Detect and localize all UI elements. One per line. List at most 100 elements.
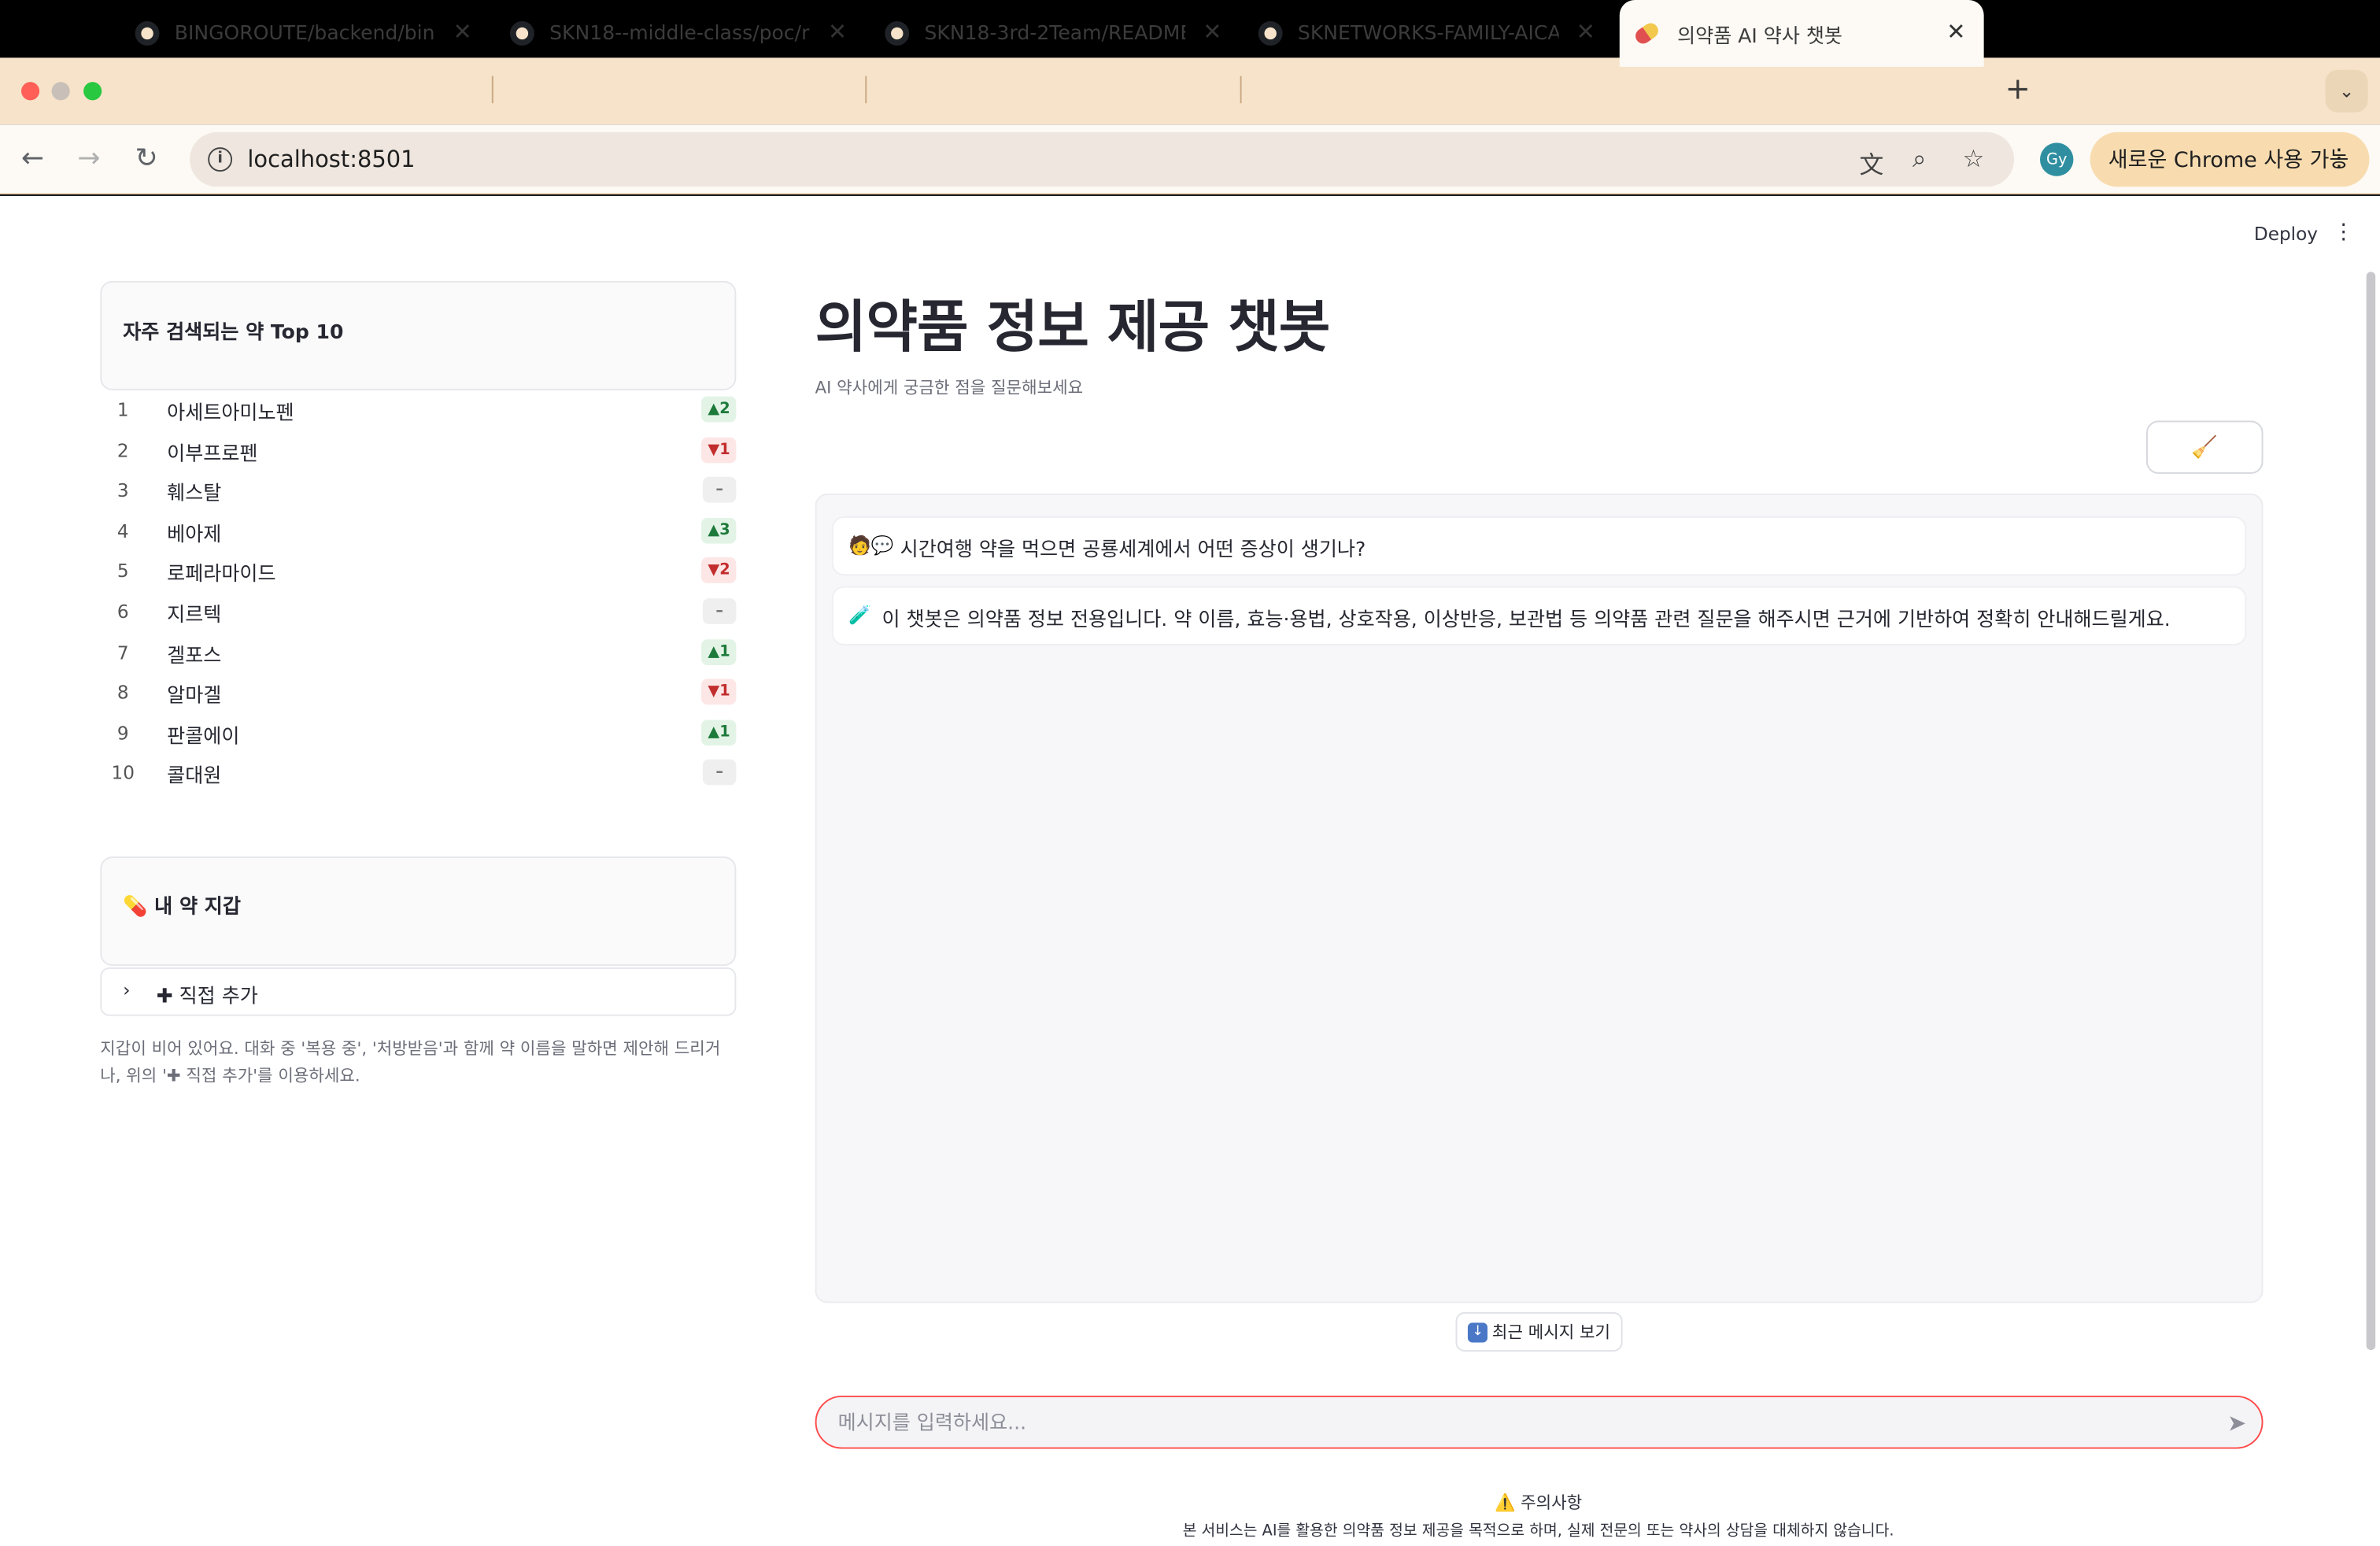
rank-change-badge: ▲3 — [701, 517, 737, 544]
browser-tab[interactable]: SKN18-3rd-2Team/README.r ✕ — [885, 12, 1221, 54]
top10-row[interactable]: 6 지르텍 – — [100, 592, 737, 631]
reload-icon[interactable]: ↻ — [135, 142, 158, 175]
github-icon — [135, 21, 160, 46]
arrow-down-icon: ↓ — [1468, 1322, 1488, 1342]
page-scrollbar[interactable] — [2366, 272, 2376, 1351]
rank-change-badge: ▲1 — [701, 638, 737, 665]
tab-separator — [491, 76, 493, 104]
browser-tab[interactable]: SKN18--middle-class/poc/rag ✕ — [509, 12, 847, 54]
clear-chat-button[interactable]: 🧹 — [2145, 420, 2264, 474]
tab-title: SKN18--middle-class/poc/rag — [549, 21, 811, 45]
tab-title: BINGOROUTE/backend/bingo — [174, 21, 436, 45]
notice-title: ⚠️ 주의사항 — [1494, 1492, 1583, 1513]
tab-separator — [865, 76, 867, 104]
scroll-to-recent-button[interactable]: ↓ 최근 메시지 보기 — [1455, 1311, 1623, 1352]
rank-change-badge: ▼1 — [701, 436, 737, 463]
drug-name[interactable]: 아세트아미노펜 — [167, 397, 294, 425]
rank-number: 8 — [116, 682, 129, 704]
rank-number: 7 — [116, 642, 129, 664]
top10-row[interactable]: 5 로페라마이드 ▼2 — [100, 552, 737, 591]
chat-input-box[interactable]: ➤ — [815, 1395, 2264, 1449]
tab-title: SKNETWORKS-FAMILY-AICAMP — [1297, 21, 1559, 45]
top10-row[interactable]: 4 베아제 ▲3 — [100, 512, 737, 551]
screen: BINGOROUTE/backend/bingo ✕ SKN18--middle… — [0, 0, 2380, 1546]
wallet-panel: 💊 내 약 지갑 — [100, 856, 737, 967]
top10-panel: 자주 검색되는 약 Top 10 — [100, 280, 737, 390]
drug-name[interactable]: 알마겔 — [167, 679, 221, 708]
translate-icon[interactable]: 文 — [1859, 144, 1883, 180]
rank-number: 2 — [116, 439, 129, 461]
add-direct-label: ✚ 직접 추가 — [156, 986, 258, 1009]
top10-row[interactable]: 2 이부프로펜 ▼1 — [100, 431, 737, 470]
top10-row[interactable]: 9 판콜에이 ▲1 — [100, 713, 737, 753]
tab-title: 의약품 AI 약사 챗봇 — [1677, 24, 1843, 48]
top10-row[interactable]: 3 훼스탈 – — [100, 471, 737, 510]
address-bar[interactable]: i localhost:8501 文 ⌕ ☆ — [190, 131, 2015, 187]
close-tab-icon[interactable]: ✕ — [453, 18, 472, 46]
site-info-icon[interactable]: i — [208, 147, 233, 172]
rank-change-badge: ▼2 — [701, 557, 737, 584]
bookmark-star-icon[interactable]: ☆ — [1963, 144, 1985, 173]
url-text[interactable]: localhost:8501 — [247, 146, 415, 173]
assistant-message: 🧪 이 챗봇은 의약품 정보 전용입니다. 약 이름, 효능·용법, 상호작용,… — [831, 586, 2247, 645]
close-window-button[interactable] — [20, 82, 40, 101]
drug-name[interactable]: 이부프로펜 — [167, 437, 257, 466]
top10-row[interactable]: 1 아세트아미노펜 ▲2 — [100, 390, 737, 430]
notice-body: 본 서비스는 AI를 활용한 의약품 정보 제공을 목적으로 하며, 실제 전문… — [1182, 1523, 1894, 1540]
zoom-icon[interactable]: ⌕ — [1913, 144, 1926, 175]
chat-history[interactable]: 🧑💬 시간여행 약을 먹으면 공룡세계에서 어떤 증상이 생기나? 🧪 이 챗봇… — [815, 494, 2264, 1304]
rank-change-badge: – — [702, 477, 737, 503]
main-menu-icon[interactable]: ⋮ — [2333, 220, 2354, 245]
update-label: 새로운 Chrome 사용 가능 — [2108, 149, 2349, 173]
rank-change-badge: ▼1 — [701, 679, 737, 705]
close-tab-icon[interactable]: ✕ — [828, 18, 847, 46]
user-message: 🧑💬 시간여행 약을 먹으면 공룡세계에서 어떤 증상이 생기나? — [831, 516, 2247, 576]
add-direct-expander[interactable]: › ✚ 직접 추가 — [100, 967, 737, 1016]
broom-icon: 🧹 — [2191, 435, 2219, 460]
drug-name[interactable]: 겔포스 — [167, 638, 221, 668]
new-tab-icon[interactable]: + — [2005, 70, 2031, 106]
browser-tab[interactable]: BINGOROUTE/backend/bingo ✕ — [135, 12, 472, 54]
deploy-button[interactable]: Deploy — [2254, 224, 2318, 245]
rank-number: 6 — [116, 601, 129, 623]
page-subtitle: AI 약사에게 궁금한 점을 질문해보세요 — [815, 378, 1084, 398]
chrome-update-button[interactable]: 새로운 Chrome 사용 가능 ⋮ — [2090, 131, 2370, 187]
top10-row[interactable]: 8 알마겔 ▼1 — [100, 673, 737, 712]
close-tab-icon[interactable]: ✕ — [1946, 18, 1965, 46]
send-icon[interactable]: ➤ — [2227, 1409, 2246, 1437]
maximize-window-button[interactable] — [83, 82, 102, 101]
close-tab-icon[interactable]: ✕ — [1576, 18, 1595, 46]
rank-change-badge: – — [702, 760, 737, 786]
browser-tab-active[interactable]: 의약품 AI 약사 챗봇 ✕ — [1619, 0, 1984, 67]
rank-number: 10 — [111, 763, 135, 785]
top10-row[interactable]: 7 겔포스 ▲1 — [100, 633, 737, 672]
message-text: 시간여행 약을 먹으면 공룡세계에서 어떤 증상이 생기나? — [900, 538, 1366, 562]
rank-number: 5 — [116, 560, 129, 583]
forward-icon[interactable]: → — [77, 142, 100, 175]
drug-name[interactable]: 지르텍 — [167, 598, 221, 627]
drug-name[interactable]: 훼스탈 — [167, 477, 221, 506]
top10-title: 자주 검색되는 약 Top 10 — [123, 322, 344, 345]
drug-name[interactable]: 콜대원 — [167, 760, 221, 789]
pill-icon — [1632, 20, 1661, 47]
rank-change-badge: ▲2 — [701, 396, 737, 423]
drug-name[interactable]: 베아제 — [167, 517, 221, 546]
assistant-avatar-icon: 🧪 — [848, 604, 871, 626]
back-icon[interactable]: ← — [21, 142, 44, 175]
top10-row[interactable]: 10 콜대원 – — [100, 754, 737, 793]
browser-tab[interactable]: SKNETWORKS-FAMILY-AICAMP ✕ — [1258, 12, 1595, 54]
message-input[interactable] — [837, 1407, 2174, 1439]
close-tab-icon[interactable]: ✕ — [1203, 18, 1221, 46]
drug-name[interactable]: 로페라마이드 — [167, 558, 275, 587]
tab-search-icon[interactable]: ⌄ — [2325, 69, 2368, 113]
minimize-window-button[interactable] — [51, 82, 70, 101]
scroll-recent-label: 최근 메시지 보기 — [1491, 1322, 1611, 1343]
drug-name[interactable]: 판콜에이 — [167, 719, 239, 749]
chevron-right-icon: › — [123, 979, 131, 1001]
rank-number: 4 — [116, 520, 129, 542]
github-icon — [885, 21, 910, 46]
tab-title: SKN18-3rd-2Team/README.r — [924, 21, 1186, 45]
profile-avatar[interactable]: Gy — [2039, 142, 2074, 176]
tab-separator — [1240, 76, 1242, 104]
browser-toolbar: ← → ↻ i localhost:8501 文 ⌕ ☆ Gy 새로운 Chro… — [0, 124, 2380, 194]
